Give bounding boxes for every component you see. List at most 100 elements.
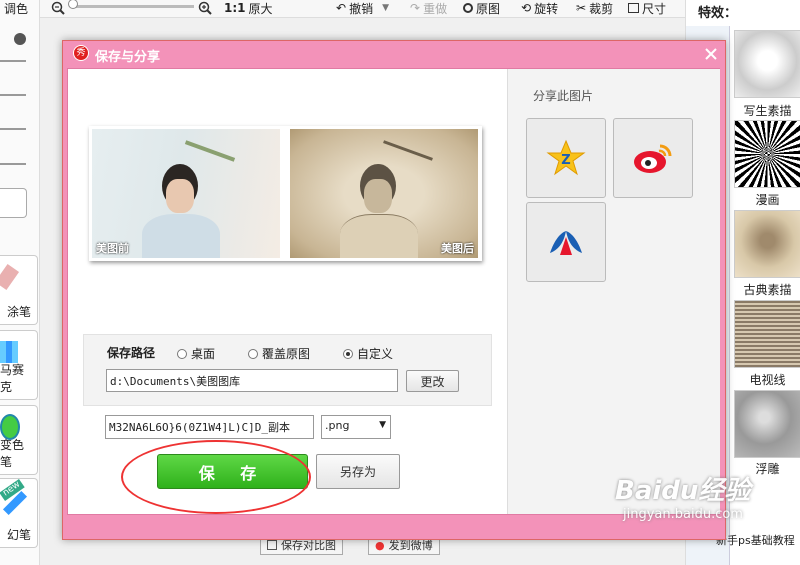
redo-icon: ↷ <box>410 1 421 15</box>
weibo-icon <box>634 144 672 173</box>
top-toolbar: 1:1 原大 ↶ 撤销 ▼ ↷ 重做 原图 ⟲ 旋转 ✂ 裁剪 尺寸 <box>40 0 685 18</box>
compare-icon <box>267 540 277 550</box>
adjust-slider[interactable] <box>0 60 26 62</box>
radio-custom[interactable]: 自定义 <box>343 345 393 362</box>
baidu-watermark: Baidu经验 jingyan.baidu.com <box>615 470 750 522</box>
left-tool-panel: 调色 涂笔 马赛克 变色笔 new 幻笔 <box>0 0 40 565</box>
dialog-body: 美图前 美图后 保存路径 桌面 覆盖原图 自定义 d:\Documents\美图… <box>67 68 720 515</box>
radio-button[interactable] <box>248 348 258 359</box>
mosaic-icon <box>0 341 18 363</box>
tool-eraser-pen[interactable]: 涂笔 <box>0 255 38 325</box>
effect-label: 漫画 <box>755 193 780 207</box>
after-label: 美图后 <box>441 242 474 255</box>
before-photo: 美图前 <box>92 129 280 258</box>
renren-share-button[interactable] <box>526 202 606 282</box>
svg-text:Z: Z <box>561 153 570 168</box>
original-button[interactable]: 原图 <box>463 0 500 16</box>
effect-thumbnail[interactable] <box>734 30 800 98</box>
radio-button[interactable] <box>177 348 187 359</box>
qzone-share-button[interactable]: Z <box>526 118 606 198</box>
tool-label: 幻笔 <box>6 528 31 542</box>
radio-label: 自定义 <box>357 347 394 361</box>
radio-desktop[interactable]: 桌面 <box>177 345 215 362</box>
dialog-title: 保存与分享 <box>95 50 161 65</box>
undo-icon: ↶ <box>336 1 347 15</box>
share-panel: 分享此图片 Z <box>507 69 720 514</box>
weibo-icon: ● <box>375 538 385 552</box>
tutorial-text: 新手ps基础教程 <box>716 534 795 547</box>
original-icon <box>463 3 473 13</box>
zoom-slider[interactable] <box>70 5 194 8</box>
radio-label: 覆盖原图 <box>262 347 311 361</box>
adjust-slider[interactable] <box>0 163 26 165</box>
save-path-field[interactable]: d:\Documents\美图图库 <box>106 369 398 392</box>
resize-icon <box>628 3 639 13</box>
qzone-icon: Z <box>546 139 586 176</box>
zoom-one-label: 1:1 <box>224 1 246 15</box>
face-shape <box>166 179 194 213</box>
effect-label: 写生素描 <box>743 104 792 118</box>
reset-icon[interactable] <box>14 33 26 45</box>
watermark-url: jingyan.baidu.com <box>623 507 743 522</box>
close-icon[interactable] <box>703 46 719 62</box>
leaf-branch <box>383 140 433 161</box>
shirt-shape <box>340 214 418 258</box>
tool-color-pen[interactable]: 变色笔 <box>0 405 38 475</box>
renren-icon <box>550 231 582 255</box>
tool-label: 涂笔 <box>6 305 31 319</box>
eraser-icon <box>0 263 20 291</box>
save-share-dialog: 秀 保存与分享 美图前 美图后 保存路径 桌面 覆盖原图 自定义 d:\Docu… <box>62 40 726 540</box>
radio-overwrite[interactable]: 覆盖原图 <box>248 345 310 362</box>
actual-size-button[interactable]: 1:1 原大 <box>224 0 273 16</box>
format-value: .png <box>325 419 350 432</box>
scissors-icon: ✂ <box>576 1 587 15</box>
rotate-icon: ⟲ <box>521 1 532 15</box>
filename-field[interactable]: M32NA6L6O}6(0Z1W4]L)C]D_副本 <box>105 415 314 439</box>
radio-button-selected[interactable] <box>343 348 353 359</box>
app-logo-icon: 秀 <box>73 45 89 61</box>
effects-title: 特效： <box>698 6 738 21</box>
undo-dropdown-icon[interactable]: ▼ <box>382 3 389 13</box>
effect-thumbnail[interactable] <box>734 300 800 368</box>
crop-button[interactable]: ✂ 裁剪 <box>576 0 613 16</box>
size-label: 尺寸 <box>642 1 667 16</box>
tool-magic-pen[interactable]: new 幻笔 <box>0 478 38 548</box>
effect-thumbnail[interactable] <box>734 120 800 188</box>
radio-label: 桌面 <box>191 347 216 361</box>
leaf-branch <box>184 140 236 162</box>
save-path-label: 保存路径 <box>107 346 156 360</box>
weibo-share-button[interactable] <box>613 118 693 198</box>
adjust-button[interactable] <box>0 188 27 218</box>
effect-thumbnail[interactable] <box>734 390 800 458</box>
undo-label: 撤销 <box>349 1 374 16</box>
crop-label: 裁剪 <box>589 1 614 16</box>
effect-label: 古典素描 <box>743 283 792 297</box>
redo-label: 重做 <box>423 1 448 16</box>
rotate-label: 旋转 <box>534 1 559 16</box>
zoom-out-icon[interactable] <box>51 0 65 16</box>
save-path-section: 保存路径 桌面 覆盖原图 自定义 d:\Documents\美图图库 更改 <box>83 334 492 406</box>
change-path-button[interactable]: 更改 <box>406 370 459 392</box>
adjust-slider[interactable] <box>0 94 26 96</box>
tool-mosaic[interactable]: 马赛克 <box>0 330 38 400</box>
after-photo: 美图后 <box>290 129 478 258</box>
format-select[interactable]: .png ▼ <box>321 415 391 439</box>
face-shape <box>364 179 392 213</box>
size-button[interactable]: 尺寸 <box>628 0 666 16</box>
highlight-ellipse <box>121 440 311 514</box>
zoom-in-icon[interactable] <box>198 0 212 16</box>
undo-button[interactable]: ↶ 撤销 ▼ <box>336 0 389 16</box>
share-title: 分享此图片 <box>533 89 594 103</box>
original-label: 原图 <box>476 1 501 16</box>
compare-preview: 美图前 美图后 <box>89 126 482 261</box>
tool-label: 变色笔 <box>0 438 25 469</box>
effect-label: 电视线 <box>749 373 786 387</box>
save-as-button[interactable]: 另存为 <box>316 454 400 489</box>
redo-button[interactable]: ↷ 重做 <box>410 0 447 16</box>
adjust-slider[interactable] <box>0 128 26 130</box>
effect-thumbnail[interactable] <box>734 210 800 278</box>
original-size-label: 原大 <box>248 1 273 16</box>
adjust-tab[interactable]: 调色 <box>4 0 28 17</box>
tool-label: 马赛克 <box>0 363 25 394</box>
rotate-button[interactable]: ⟲ 旋转 <box>521 0 558 16</box>
